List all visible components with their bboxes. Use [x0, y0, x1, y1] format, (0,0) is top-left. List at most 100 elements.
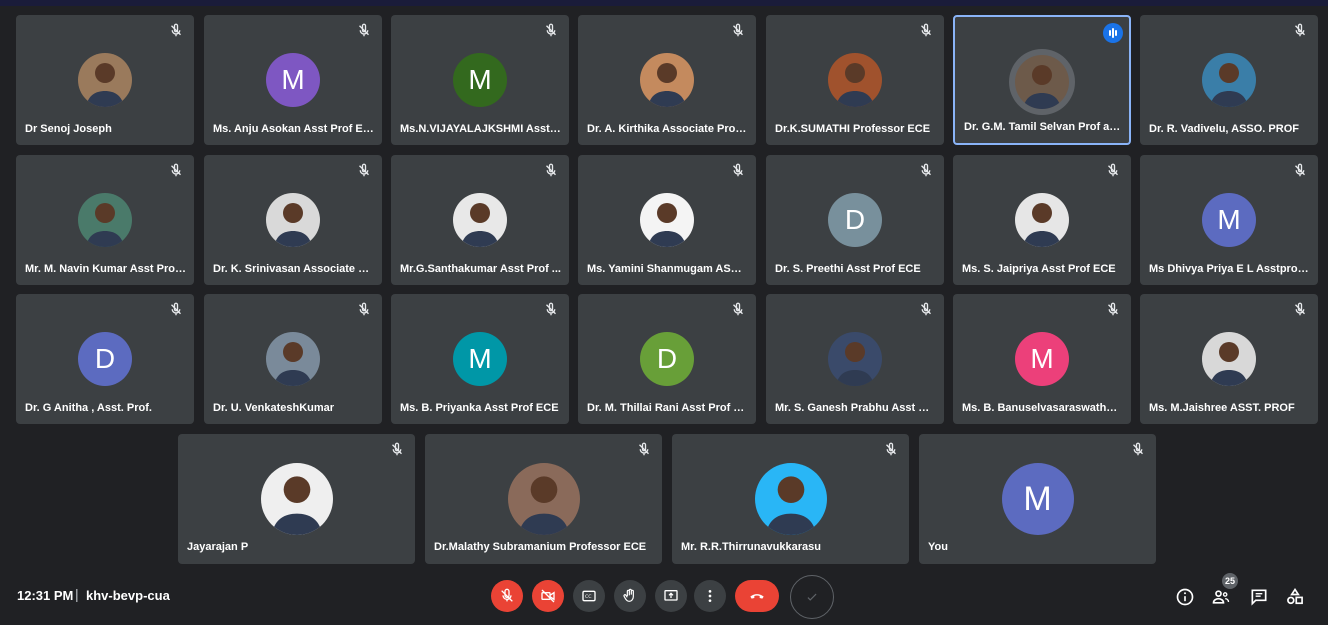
- speaking-indicator-icon: [1103, 23, 1123, 43]
- participant-name: Ms. Anju Asokan Asst Prof ECE: [213, 123, 374, 135]
- activities-icon: [1287, 587, 1303, 605]
- participant-tile[interactable]: Dr. A. Kirthika Associate Prof....: [578, 15, 756, 145]
- participant-tile[interactable]: Dr. U. VenkateshKumar: [204, 294, 382, 424]
- participant-tile[interactable]: Dr.Malathy Subramanium Professor ECE: [425, 434, 662, 564]
- activity-button[interactable]: [790, 575, 834, 619]
- participant-name: Mr. R.R.Thirrunavukkarasu: [681, 541, 821, 553]
- participant-tile[interactable]: M Ms. Anju Asokan Asst Prof ECE: [204, 15, 382, 145]
- participant-name: Dr. G.M. Tamil Selvan Prof an...: [964, 121, 1121, 133]
- participant-tile[interactable]: Mr. R.R.Thirrunavukkarasu: [672, 434, 909, 564]
- participant-tile[interactable]: Dr Senoj Joseph: [16, 15, 194, 145]
- mic-off-icon: [355, 162, 373, 180]
- mic-off-icon: [1291, 301, 1309, 319]
- participant-tile[interactable]: Dr. K. Srinivasan Associate Pr...: [204, 155, 382, 285]
- participant-name: Mr.G.Santhakumar Asst Prof ...: [400, 263, 561, 275]
- participant-tile[interactable]: D Dr. M. Thillai Rani Asst Prof E...: [578, 294, 756, 424]
- captions-icon: CC: [582, 590, 596, 602]
- avatar-initial: M: [1015, 332, 1069, 386]
- mic-off-icon: [355, 22, 373, 40]
- participant-tile[interactable]: M You: [919, 434, 1156, 564]
- participant-name: Mr. M. Navin Kumar Asst Prof...: [25, 263, 186, 275]
- camera-toggle-button[interactable]: [532, 580, 564, 612]
- mic-off-icon: [635, 441, 653, 459]
- participant-tile[interactable]: Mr.G.Santhakumar Asst Prof ...: [391, 155, 569, 285]
- participant-name: Ms Dhivya Priya E L Asstprof ...: [1149, 263, 1310, 275]
- participant-tile[interactable]: Mr. M. Navin Kumar Asst Prof...: [16, 155, 194, 285]
- mic-toggle-button[interactable]: [491, 580, 523, 612]
- mic-off-icon: [1129, 441, 1147, 459]
- mic-off-icon: [1104, 162, 1122, 180]
- separator: |: [75, 586, 79, 602]
- participant-tile[interactable]: Dr.K.SUMATHI Professor ECE: [766, 15, 944, 145]
- avatar-photo: [1015, 193, 1069, 247]
- camera-off-icon: [541, 589, 555, 603]
- participant-tile[interactable]: Ms. M.Jaishree ASST. PROF: [1140, 294, 1318, 424]
- avatar-initial: M: [1202, 193, 1256, 247]
- participant-tile[interactable]: Dr. R. Vadivelu, ASSO. PROF: [1140, 15, 1318, 145]
- raise-hand-button[interactable]: [614, 580, 646, 612]
- participant-tile[interactable]: Mr. S. Ganesh Prabhu Asst Pr...: [766, 294, 944, 424]
- participant-name: Dr. R. Vadivelu, ASSO. PROF: [1149, 123, 1299, 135]
- participant-name: Ms. B. Banuselvasaraswathy ...: [962, 402, 1123, 414]
- mic-off-icon: [542, 162, 560, 180]
- avatar-photo: [260, 463, 333, 535]
- participant-name: Dr. S. Preethi Asst Prof ECE: [775, 263, 921, 275]
- avatar-initial: D: [640, 332, 694, 386]
- participant-tile[interactable]: D Dr. G Anitha , Asst. Prof.: [16, 294, 194, 424]
- mic-off-icon: [729, 301, 747, 319]
- participant-name: Dr. G Anitha , Asst. Prof.: [25, 402, 152, 414]
- avatar-photo: [266, 193, 320, 247]
- avatar-photo: [1202, 332, 1256, 386]
- activities-button[interactable]: [1284, 586, 1306, 608]
- chat-icon: [1251, 589, 1267, 606]
- avatar-photo: [78, 53, 132, 107]
- captions-button[interactable]: CC: [573, 580, 605, 612]
- avatar-photo: [78, 193, 132, 247]
- participant-name: Dr. A. Kirthika Associate Prof....: [587, 123, 748, 135]
- mic-off-icon: [917, 301, 935, 319]
- participant-name: Dr.Malathy Subramanium Professor ECE: [434, 541, 647, 553]
- participant-tile[interactable]: Jayarajan P: [178, 434, 415, 564]
- participant-name: Dr. K. Srinivasan Associate Pr...: [213, 263, 374, 275]
- more-options-icon: [708, 590, 712, 602]
- meeting-info-button[interactable]: [1174, 586, 1196, 608]
- mic-off-icon: [542, 22, 560, 40]
- mic-off-icon: [882, 441, 900, 459]
- chat-button[interactable]: [1248, 586, 1270, 608]
- more-options-button[interactable]: [694, 580, 726, 612]
- mic-off-icon: [1291, 22, 1309, 40]
- participant-tile[interactable]: M Ms.N.VIJAYALAJKSHMI Asst ...: [391, 15, 569, 145]
- avatar-photo: [754, 463, 827, 535]
- leave-call-icon: [750, 594, 764, 599]
- mic-off-icon: [1291, 162, 1309, 180]
- participant-name: Ms. B. Priyanka Asst Prof ECE: [400, 402, 559, 414]
- avatar-initial: D: [828, 193, 882, 247]
- mic-off-icon: [1104, 301, 1122, 319]
- participant-name: Jayarajan P: [187, 541, 249, 553]
- avatar-photo: [640, 53, 694, 107]
- people-button[interactable]: [1210, 586, 1232, 608]
- mic-off-icon: [729, 22, 747, 40]
- meeting-code: khv-bevp-cua: [86, 588, 170, 603]
- participant-name: Dr.K.SUMATHI Professor ECE: [775, 123, 931, 135]
- avatar-photo: [1015, 55, 1069, 109]
- mic-off-icon: [167, 301, 185, 319]
- leave-call-button[interactable]: [735, 580, 779, 612]
- participant-name: Dr Senoj Joseph: [25, 123, 112, 135]
- avatar-photo: [828, 53, 882, 107]
- participant-tile[interactable]: M Ms. B. Banuselvasaraswathy ...: [953, 294, 1131, 424]
- mic-off-icon: [917, 22, 935, 40]
- participant-tile[interactable]: D Dr. S. Preethi Asst Prof ECE: [766, 155, 944, 285]
- present-icon: [664, 590, 678, 601]
- check-icon: [807, 593, 817, 601]
- participant-tile[interactable]: Ms. S. Jaipriya Asst Prof ECE: [953, 155, 1131, 285]
- mic-off-icon: [167, 22, 185, 40]
- mic-off-icon: [917, 162, 935, 180]
- participant-tile[interactable]: Dr. G.M. Tamil Selvan Prof an...: [953, 15, 1131, 145]
- participant-tile[interactable]: Ms. Yamini Shanmugam ASST...: [578, 155, 756, 285]
- participant-tile[interactable]: M Ms. B. Priyanka Asst Prof ECE: [391, 294, 569, 424]
- participant-name: Ms. M.Jaishree ASST. PROF: [1149, 402, 1295, 414]
- participant-count-badge: 25: [1222, 573, 1238, 589]
- present-button[interactable]: [655, 580, 687, 612]
- participant-tile[interactable]: M Ms Dhivya Priya E L Asstprof ...: [1140, 155, 1318, 285]
